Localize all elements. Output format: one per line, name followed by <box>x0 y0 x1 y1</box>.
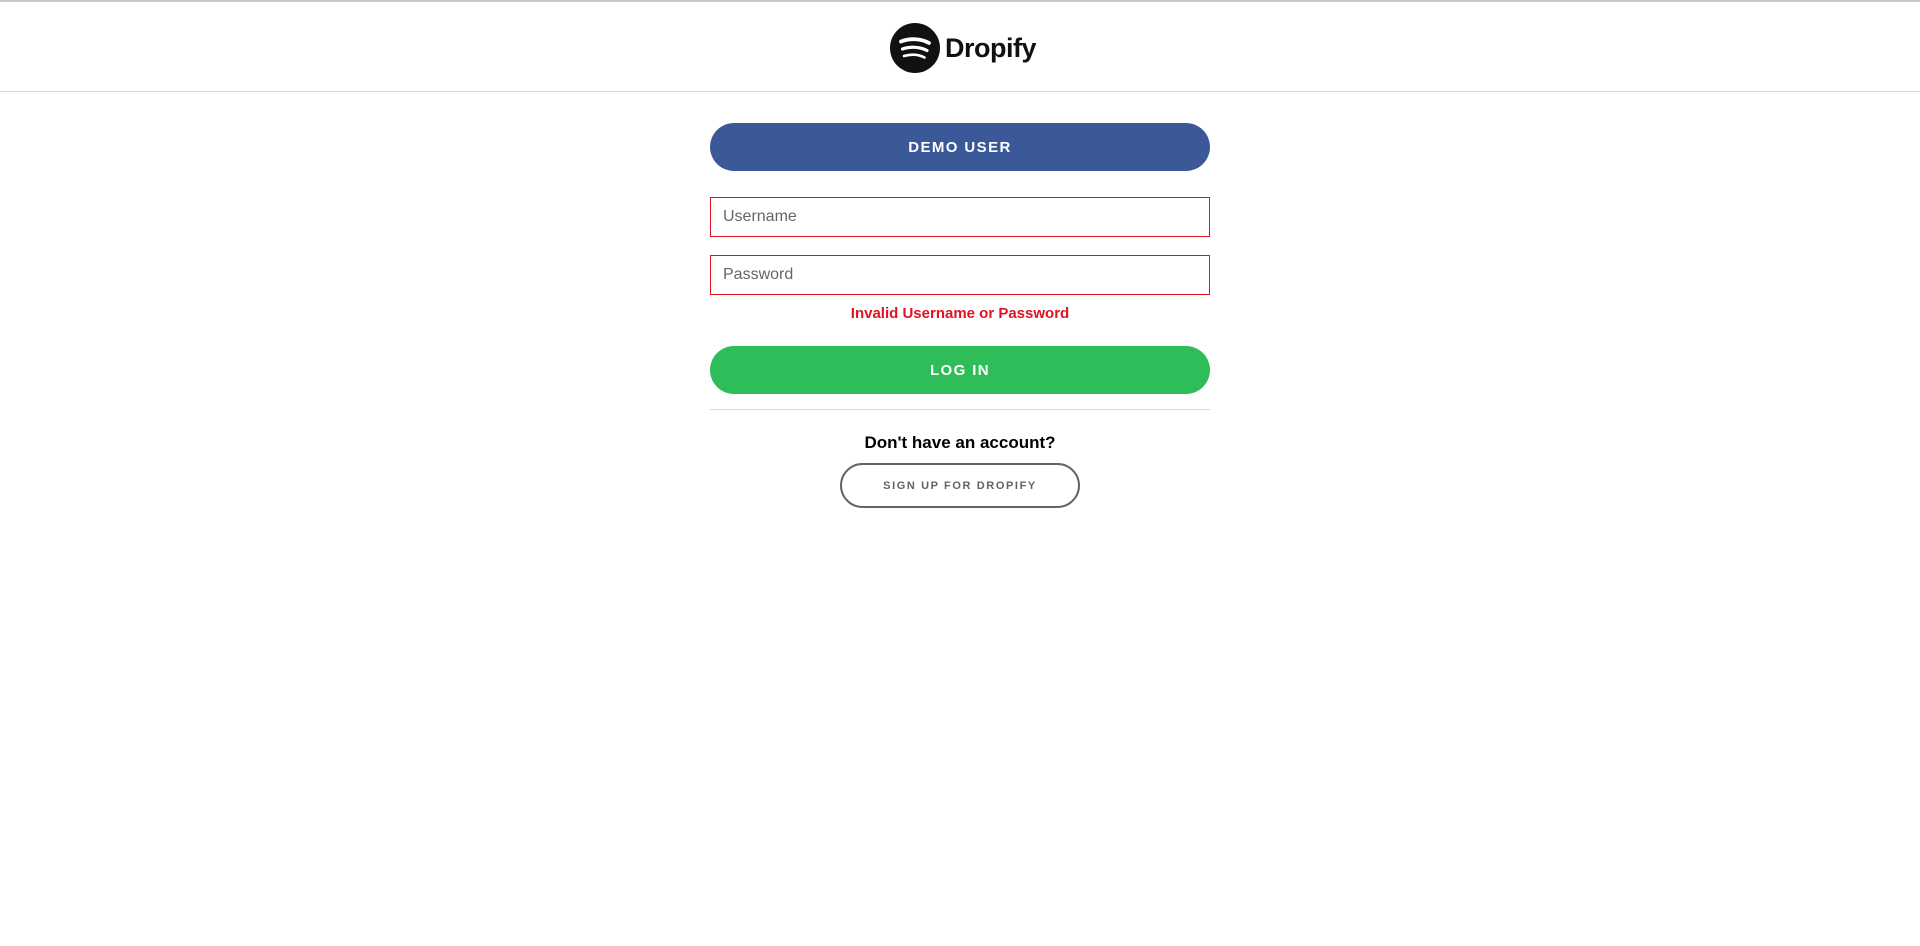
header: Dropify <box>0 2 1920 92</box>
logo[interactable]: Dropify <box>890 22 1037 74</box>
demo-user-button[interactable]: DEMO USER <box>710 123 1210 171</box>
login-button[interactable]: LOG IN <box>710 346 1210 394</box>
username-field[interactable] <box>710 197 1210 237</box>
signup-prompt: Don't have an account? <box>864 433 1056 452</box>
divider <box>710 409 1210 410</box>
error-message: Invalid Username or Password <box>850 305 1070 322</box>
spotify-wave-icon <box>890 23 940 73</box>
app-name: Dropify <box>945 32 1037 63</box>
password-field[interactable] <box>710 255 1210 295</box>
signup-button[interactable]: SIGN UP FOR DROPIFY <box>840 463 1080 508</box>
